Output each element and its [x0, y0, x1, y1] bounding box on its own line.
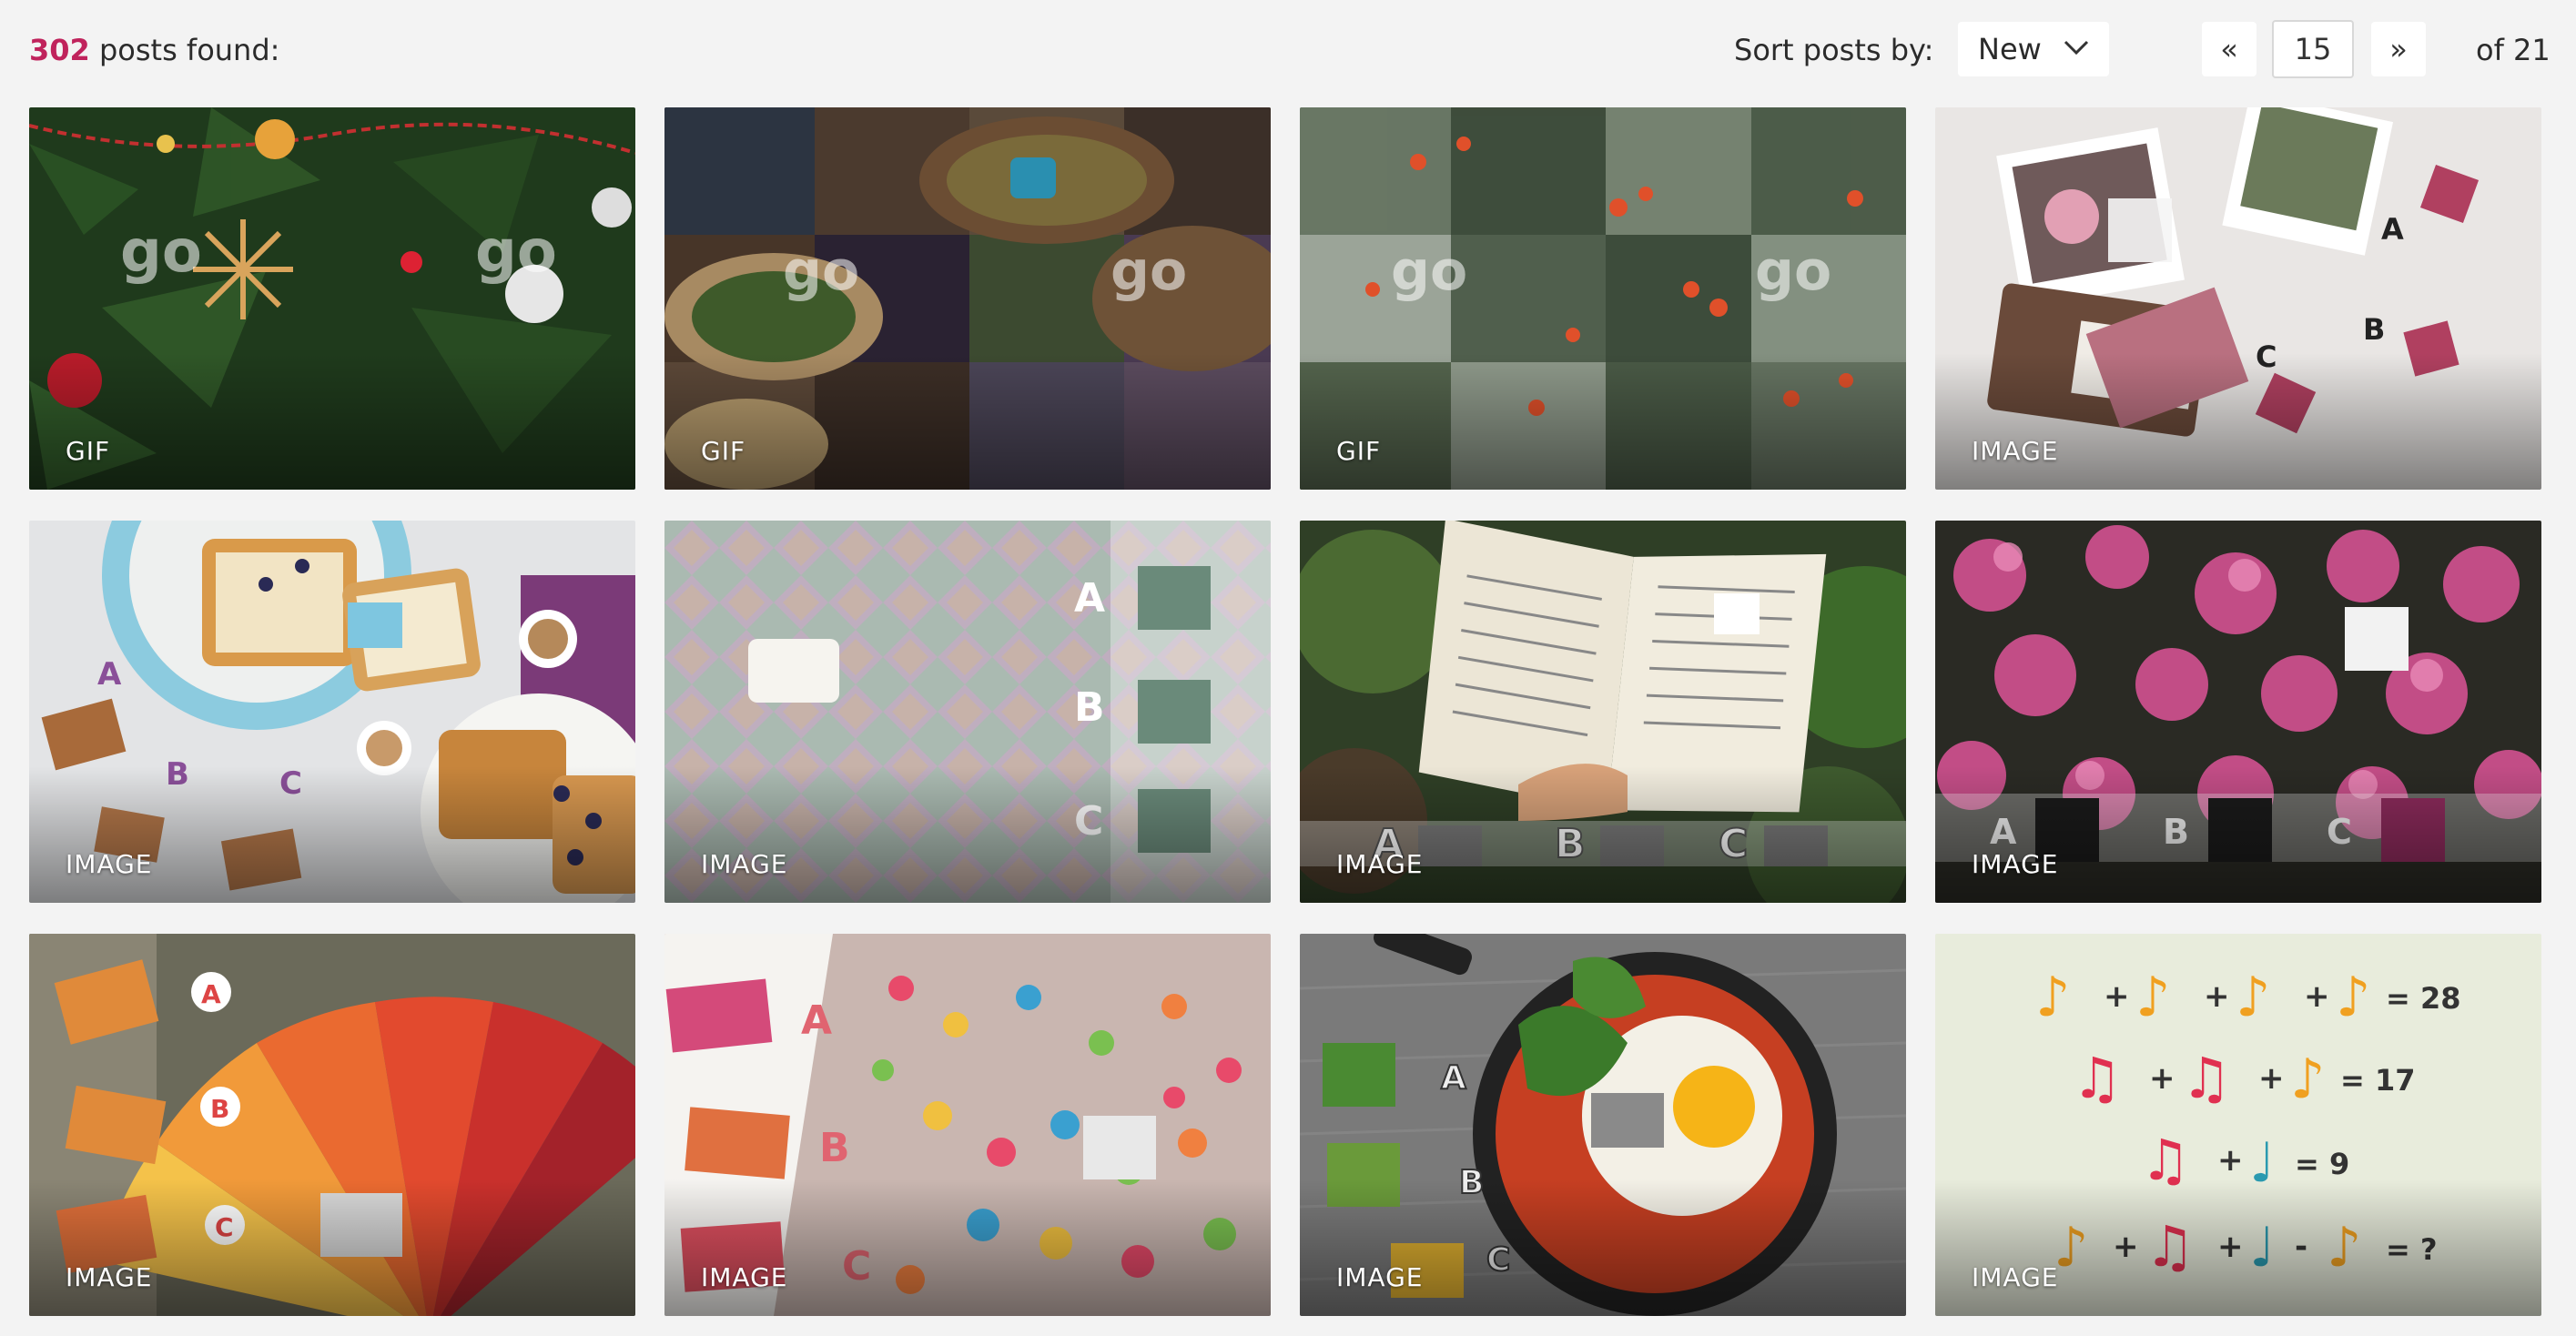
post-card[interactable]: A B C IMAGE	[29, 521, 635, 903]
card-gradient	[1300, 353, 1906, 490]
svg-text:♪: ♪	[2035, 966, 2070, 1029]
card-gradient	[1935, 766, 2541, 903]
svg-text:go: go	[1755, 239, 1831, 303]
card-gradient	[29, 1179, 635, 1316]
svg-text:B: B	[819, 1125, 850, 1171]
results-count-number: 302	[29, 33, 90, 67]
post-type-badge: IMAGE	[1972, 1262, 2059, 1292]
svg-text:♪: ♪	[2236, 966, 2270, 1029]
post-type-badge: GIF	[1336, 436, 1382, 466]
svg-text:go: go	[1391, 239, 1467, 303]
post-card[interactable]: A B C IMAGE	[1300, 521, 1906, 903]
post-card[interactable]: A B C IMAGE	[29, 934, 635, 1316]
svg-text:A: A	[2381, 212, 2404, 247]
card-gradient	[29, 353, 635, 490]
svg-text:♪: ♪	[2135, 966, 2170, 1029]
results-toolbar: 302 posts found: Sort posts by: New « » …	[0, 0, 2576, 100]
svg-text:B: B	[1074, 684, 1105, 731]
svg-text:B: B	[210, 1094, 229, 1124]
svg-text:go: go	[475, 218, 557, 286]
post-card[interactable]: A B C IMAGE	[1935, 521, 2541, 903]
total-pages: of 21	[2476, 33, 2551, 67]
svg-text:♫: ♫	[2072, 1045, 2123, 1111]
svg-text:go: go	[120, 218, 202, 286]
next-page-button[interactable]: »	[2371, 22, 2426, 76]
svg-text:♪: ♪	[2336, 966, 2370, 1029]
results-count: 302 posts found:	[29, 27, 279, 73]
svg-text:A: A	[1441, 1059, 1466, 1097]
sort-dropdown[interactable]: New	[1958, 22, 2109, 76]
post-type-badge: IMAGE	[1972, 436, 2059, 466]
post-type-badge: IMAGE	[66, 1262, 153, 1292]
svg-text:+: +	[2217, 1142, 2244, 1179]
card-gradient	[1300, 1179, 1906, 1316]
page-number-input[interactable]	[2272, 20, 2354, 78]
svg-text:= 28: = 28	[2386, 981, 2460, 1016]
svg-text:+: +	[2304, 978, 2330, 1015]
posts-grid: go go GIF go go GIF go go GIF A B IMAGE …	[29, 107, 2541, 1316]
svg-text:+: +	[2104, 978, 2130, 1015]
sort-dropdown-value: New	[1978, 32, 2042, 66]
chevron-down-icon	[2064, 40, 2089, 56]
svg-text:A: A	[201, 979, 221, 1009]
post-type-badge: GIF	[701, 436, 746, 466]
svg-text:♪: ♪	[2290, 1048, 2325, 1111]
svg-text:+: +	[2149, 1060, 2175, 1097]
post-type-badge: IMAGE	[701, 1262, 788, 1292]
post-type-badge: GIF	[66, 436, 111, 466]
card-gradient	[664, 766, 1271, 903]
sort-label: Sort posts by:	[1734, 33, 1934, 67]
svg-text:+: +	[2204, 978, 2230, 1015]
post-type-badge: IMAGE	[1972, 849, 2059, 879]
post-card[interactable]: A B C IMAGE	[1300, 934, 1906, 1316]
post-card[interactable]: go go GIF	[29, 107, 635, 490]
svg-text:♫: ♫	[2181, 1045, 2232, 1111]
post-type-badge: IMAGE	[1336, 1262, 1424, 1292]
card-gradient	[29, 766, 635, 903]
svg-text:go: go	[1111, 239, 1187, 303]
post-card[interactable]: A B C IMAGE	[664, 934, 1271, 1316]
post-card[interactable]: ♪+ ♪+ ♪+ ♪ = 28 ♫+ ♫+ ♪ = 17 ♫+ ♩ = 9 ♪+…	[1935, 934, 2541, 1316]
post-type-badge: IMAGE	[1336, 849, 1424, 879]
card-gradient	[1300, 766, 1906, 903]
post-card[interactable]: A B C IMAGE	[1935, 107, 2541, 490]
prev-page-button[interactable]: «	[2202, 22, 2257, 76]
svg-text:A: A	[801, 997, 832, 1044]
post-card[interactable]: go go GIF	[664, 107, 1271, 490]
svg-text:A: A	[1074, 575, 1105, 622]
post-type-badge: IMAGE	[66, 849, 153, 879]
card-gradient	[1935, 1179, 2541, 1316]
svg-text:+: +	[2258, 1060, 2285, 1097]
card-gradient	[664, 1179, 1271, 1316]
svg-text:= 9: = 9	[2295, 1147, 2349, 1181]
svg-text:go: go	[783, 239, 859, 303]
svg-text:B: B	[2363, 312, 2385, 347]
post-type-badge: IMAGE	[701, 849, 788, 879]
results-count-label: posts found:	[98, 33, 280, 67]
svg-text:= 17: = 17	[2340, 1063, 2415, 1098]
card-gradient	[664, 353, 1271, 490]
post-card[interactable]: go go GIF	[1300, 107, 1906, 490]
post-card[interactable]: A B C IMAGE	[664, 521, 1271, 903]
svg-text:A: A	[97, 656, 122, 693]
card-gradient	[1935, 353, 2541, 490]
